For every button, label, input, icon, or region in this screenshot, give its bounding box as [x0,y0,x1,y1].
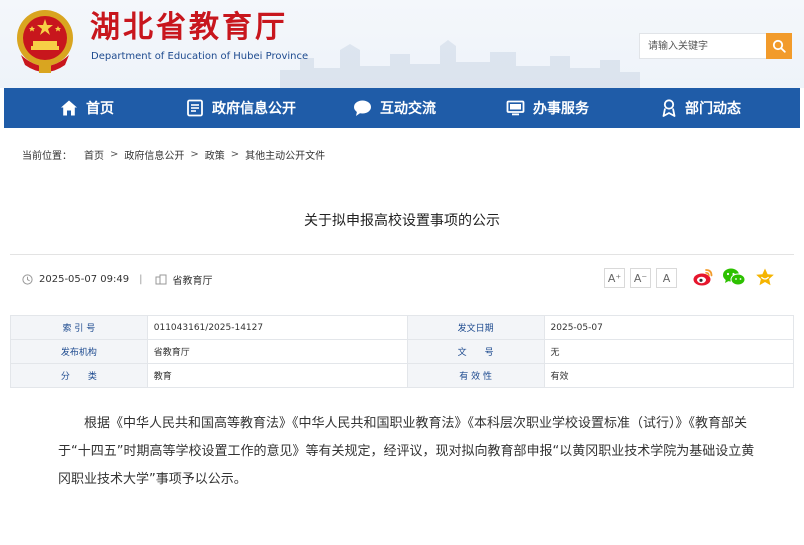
table-row: 分 类 教育 有 效 性 有效 [10,363,795,388]
site-title: 湖北省教育厅 [90,10,288,45]
award-person-icon [662,99,676,117]
nav-item-government-info[interactable]: 政府信息公开 [186,88,296,128]
site-header: 湖北省教育厅 Department of Education of Hubei … [0,0,804,88]
table-key: 发布机构 [10,339,148,364]
publish-datetime: 2025-05-07 09:49 [39,274,130,285]
breadcrumb-item-other-files[interactable]: 其他主动公开文件 [245,147,325,162]
breadcrumb: 当前位置： 首页 > 政府信息公开 > 政策 > 其他主动公开文件 [22,147,325,162]
monitor-icon [506,100,525,116]
table-value: 2025-05-07 [543,315,795,340]
nav-item-interaction[interactable]: 互动交流 [353,88,436,128]
table-key: 发文日期 [406,315,545,340]
document-info-table: 索 引 号 011043161/2025-14127 发文日期 2025-05-… [10,315,795,388]
breadcrumb-separator: > [230,149,240,160]
nav-item-home[interactable]: 首页 [60,88,114,128]
nav-item-department-news[interactable]: 部门动态 [661,88,741,128]
article-source: 省教育厅 [172,276,213,287]
clock-icon [22,274,33,285]
font-size-default-button[interactable]: A [656,268,677,288]
table-value: 有效 [543,363,795,388]
favorite-star-icon[interactable] [755,267,775,287]
nav-item-label: 首页 [86,101,114,117]
breadcrumb-separator: > [110,149,119,160]
search-input[interactable] [639,33,766,59]
nav-item-label: 办事服务 [533,101,589,117]
table-row: 索 引 号 011043161/2025-14127 发文日期 2025-05-… [10,315,795,340]
breadcrumb-item-policy[interactable]: 政策 [205,147,225,162]
breadcrumb-separator: > [190,149,199,160]
table-key: 分 类 [10,363,148,388]
search-icon [772,39,786,53]
font-size-decrease-button[interactable]: A⁻ [630,268,651,288]
breadcrumb-label: 当前位置： [22,151,72,162]
breadcrumb-item-government-info[interactable]: 政府信息公开 [124,147,184,162]
table-value: 无 [543,339,795,364]
chat-bubble-icon [354,100,371,116]
wechat-share-icon[interactable] [722,267,746,287]
article-title: 关于拟申报高校设置事项的公示 [304,213,500,229]
search-button[interactable] [766,33,792,59]
organization-icon [155,274,166,285]
main-nav: 首页 政府信息公开 互动交流 办事服务 部门动态 [4,88,800,128]
table-row: 发布机构 省教育厅 文 号 无 [10,339,795,364]
font-size-increase-button[interactable]: A⁺ [604,268,625,288]
nav-item-label: 互动交流 [380,101,436,117]
national-emblem-icon [17,10,73,73]
table-key: 有 效 性 [406,363,545,388]
site-subtitle: Department of Education of Hubei Provinc… [91,51,309,62]
breadcrumb-item-home[interactable]: 首页 [84,147,104,162]
article-meta: 2025-05-07 09:49 | 省教育厅 [22,272,213,287]
document-list-icon [187,99,203,117]
title-divider [10,254,794,255]
article-body: 根据《中华人民共和国高等教育法》《中华人民共和国职业教育法》《本科层次职业学校设… [58,416,755,487]
nav-item-label: 部门动态 [685,101,741,117]
weibo-share-icon[interactable] [692,267,714,287]
home-icon [61,100,77,116]
nav-item-label: 政府信息公开 [212,101,296,117]
nav-item-services[interactable]: 办事服务 [506,88,589,128]
table-value: 教育 [146,363,408,388]
table-key: 文 号 [406,339,545,364]
meta-divider: | [139,274,143,285]
skyline-decoration [280,40,640,88]
table-key: 索 引 号 [10,315,148,340]
table-value: 省教育厅 [146,339,408,364]
table-value: 011043161/2025-14127 [146,315,408,340]
